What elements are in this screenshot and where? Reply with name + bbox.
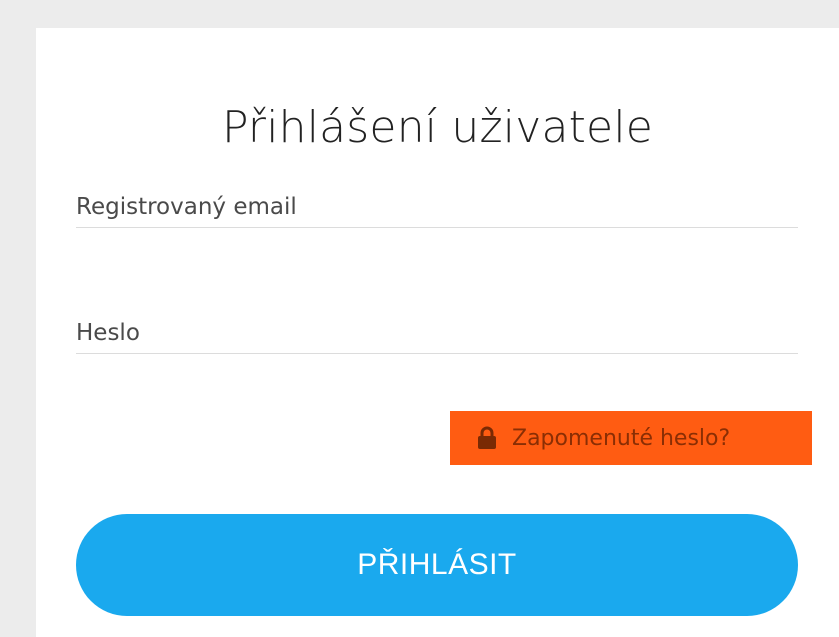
- login-button[interactable]: PŘIHLÁSIT: [76, 514, 798, 616]
- password-input[interactable]: [76, 313, 798, 353]
- login-card: Přihlášení uživatele Zapomenuté heslo? P…: [36, 28, 839, 637]
- forgot-password-label: Zapomenuté heslo?: [512, 425, 731, 451]
- password-field: [76, 313, 798, 354]
- forgot-password-link[interactable]: Zapomenuté heslo?: [450, 411, 812, 465]
- email-input[interactable]: [76, 187, 798, 227]
- page-title: Přihlášení uživatele: [221, 102, 654, 153]
- email-field: [76, 187, 798, 228]
- lock-icon: [476, 426, 498, 450]
